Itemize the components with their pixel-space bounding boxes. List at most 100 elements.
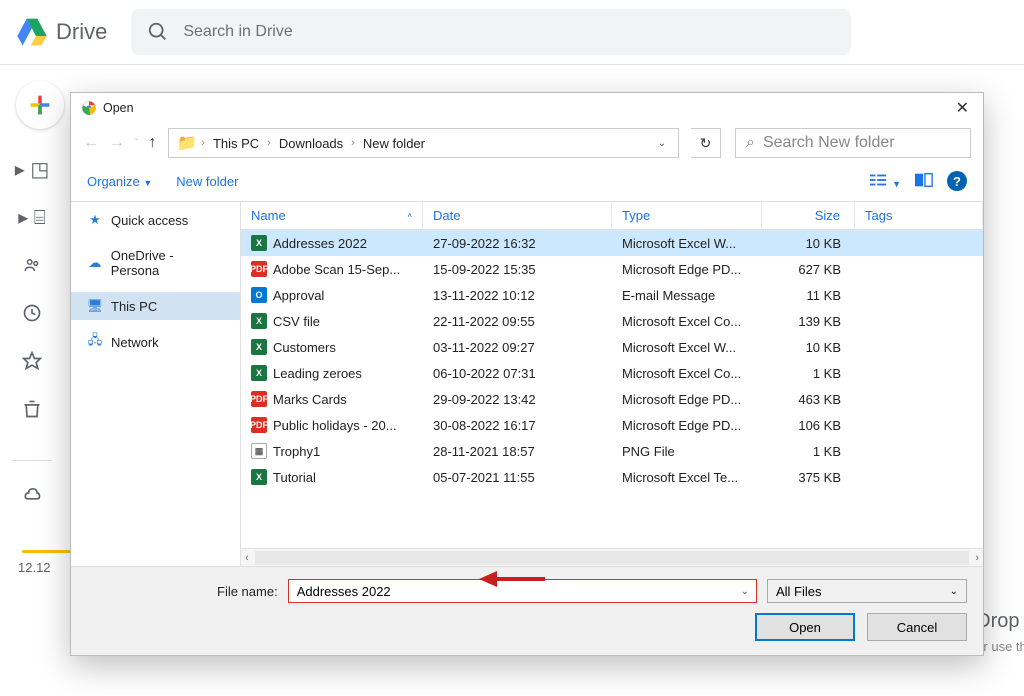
file-size: 1 KB [762,444,855,459]
dialog-nav-row: ← → ˇ ↑ 📁 › This PC › Downloads › New fo… [71,125,983,161]
network-icon: 🖧 [87,334,103,350]
file-name: Customers [273,340,336,355]
file-row[interactable]: OApproval13-11-2022 10:12E-mail Message1… [241,282,983,308]
file-date: 29-09-2022 13:42 [423,392,612,407]
file-date: 30-08-2022 16:17 [423,418,612,433]
file-date: 22-11-2022 09:55 [423,314,612,329]
header-date[interactable]: Date [423,202,612,229]
file-row[interactable]: PDFPublic holidays - 20...30-08-2022 16:… [241,412,983,438]
file-name: CSV file [273,314,320,329]
file-size: 10 KB [762,236,855,251]
file-row[interactable]: XCSV file22-11-2022 09:55Microsoft Excel… [241,308,983,334]
forward-button[interactable]: → [109,134,125,152]
sidebar-item-label: Network [111,335,159,350]
file-date: 15-09-2022 15:35 [423,262,612,277]
computers-icon[interactable]: ▸ ⌸ [10,201,54,233]
filename-dropdown[interactable]: ⌄ [741,586,749,597]
back-button[interactable]: ← [83,134,99,152]
file-date: 05-07-2021 11:55 [423,470,612,485]
file-name: Adobe Scan 15-Sep... [273,262,400,277]
file-row[interactable]: XCustomers03-11-2022 09:27Microsoft Exce… [241,334,983,360]
search-icon [147,21,169,43]
filename-input[interactable] [288,579,757,603]
recent-dropdown[interactable]: ˇ [135,138,138,149]
file-name: Approval [273,288,324,303]
crumb-thispc[interactable]: This PC [209,134,263,153]
drive-sidebar: ▸ ◳ ▸ ⌸ [0,65,64,696]
file-name: Trophy1 [273,444,320,459]
file-size: 106 KB [762,418,855,433]
file-date: 06-10-2022 07:31 [423,366,612,381]
crumb-newfolder[interactable]: New folder [359,134,429,153]
file-row[interactable]: XTutorial05-07-2021 11:55Microsoft Excel… [241,464,983,490]
organize-button[interactable]: Organize ▼ [87,174,152,189]
header-name[interactable]: Name ˄ [241,202,423,229]
my-drive-icon[interactable]: ▸ ◳ [10,153,54,185]
refresh-button[interactable]: ↻ [691,128,721,158]
cancel-button[interactable]: Cancel [867,613,967,641]
file-open-dialog: Open ✕ ← → ˇ ↑ 📁 › This PC › Downloads ›… [70,92,984,656]
file-row[interactable]: XAddresses 202227-09-2022 16:32Microsoft… [241,230,983,256]
close-button[interactable]: ✕ [952,94,973,122]
monitor-icon: 🖥 [87,298,103,314]
breadcrumb-dropdown[interactable]: ⌄ [658,138,666,149]
file-header-row: Name ˄ Date Type Size Tags [241,202,983,230]
up-button[interactable]: ↑ [148,134,156,152]
file-type-icon: X [251,313,267,329]
folder-search-placeholder: Search New folder [763,134,895,152]
file-type: Microsoft Excel W... [612,236,762,251]
file-row[interactable]: XLeading zeroes06-10-2022 07:31Microsoft… [241,360,983,386]
file-type: Microsoft Edge PD... [612,418,762,433]
dialog-sidebar: ★ Quick access ☁ OneDrive - Persona 🖥 Th… [71,202,241,566]
view-options-button[interactable]: ▼ [870,173,901,190]
chrome-icon [81,100,97,116]
trash-icon[interactable] [10,393,54,425]
file-name: Marks Cards [273,392,347,407]
filetype-select[interactable]: All Files⌄ [767,579,967,603]
sidebar-item-network[interactable]: 🖧 Network [71,328,240,356]
folder-search[interactable]: ⌕ Search New folder [735,128,971,158]
sidebar-item-label: This PC [111,299,157,314]
file-row[interactable]: PDFAdobe Scan 15-Sep...15-09-2022 15:35M… [241,256,983,282]
file-row[interactable]: ▦Trophy128-11-2021 18:57PNG File1 KB [241,438,983,464]
sidebar-item-label: Quick access [111,213,188,228]
drive-brand-text: Drive [56,19,107,45]
starred-icon[interactable] [10,345,54,377]
open-button[interactable]: Open [755,613,855,641]
file-type-icon: ▦ [251,443,267,459]
file-row[interactable]: PDFMarks Cards29-09-2022 13:42Microsoft … [241,386,983,412]
file-name: Tutorial [273,470,316,485]
sidebar-item-quick-access[interactable]: ★ Quick access [71,206,240,234]
drive-header: Drive Search in Drive [0,0,1024,64]
drive-logo[interactable]: Drive [16,16,107,48]
drive-new-button[interactable] [16,81,64,129]
sidebar-item-thispc[interactable]: 🖥 This PC [71,292,240,320]
cloud-icon: ☁ [87,255,103,271]
file-size: 10 KB [762,340,855,355]
storage-icon[interactable] [10,477,54,509]
sidebar-item-onedrive[interactable]: ☁ OneDrive - Persona [71,242,240,284]
preview-pane-button[interactable] [915,173,933,190]
header-type[interactable]: Type [612,202,762,229]
horizontal-scrollbar[interactable]: ‹ › [241,548,983,566]
header-tags[interactable]: Tags [855,202,983,229]
shared-icon[interactable] [10,249,54,281]
dialog-title: Open [103,101,952,115]
file-type: Microsoft Excel Co... [612,366,762,381]
file-size: 375 KB [762,470,855,485]
drive-search-bar[interactable]: Search in Drive [131,9,851,55]
file-date: 03-11-2022 09:27 [423,340,612,355]
filename-label: File name: [217,584,278,599]
header-size[interactable]: Size [762,202,855,229]
crumb-downloads[interactable]: Downloads [275,134,347,153]
help-button[interactable]: ? [947,171,967,191]
star-icon: ★ [87,212,103,228]
file-list[interactable]: XAddresses 202227-09-2022 16:32Microsoft… [241,230,983,548]
file-date: 13-11-2022 10:12 [423,288,612,303]
file-type-icon: X [251,365,267,381]
breadcrumb-bar[interactable]: 📁 › This PC › Downloads › New folder ⌄ [168,128,679,158]
recent-icon[interactable] [10,297,54,329]
newfolder-button[interactable]: New folder [176,174,238,189]
file-type: Microsoft Edge PD... [612,392,762,407]
search-icon: ⌕ [746,134,755,152]
